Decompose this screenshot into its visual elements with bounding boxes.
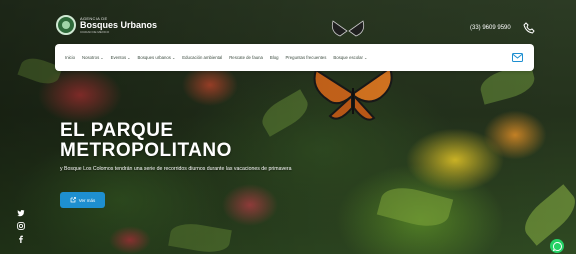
instagram-icon[interactable] <box>17 222 25 230</box>
logo-name-small: AGENCIA DE <box>80 15 108 21</box>
mail-icon[interactable] <box>512 53 523 62</box>
logo-name-big: Bosques Urbanos <box>80 19 158 30</box>
logo-tagline: CIUDAD DE MÉXICO <box>80 29 110 34</box>
nav-item-nosotros[interactable]: Nosotros ⌄ <box>82 55 104 60</box>
nav-item-label: Bosque escolar <box>333 55 363 60</box>
nav-item-bosques-urbanos[interactable]: Bosques urbanos ⌄ <box>137 55 175 60</box>
nav-item-eventos[interactable]: Eventos ⌄ <box>111 55 131 60</box>
hero-title: EL PARQUE METROPOLITANO <box>60 121 232 161</box>
nav-item-label: Bosques urbanos <box>137 55 171 60</box>
nav-item-label: Inicio <box>65 55 76 60</box>
chevron-down-icon: ⌄ <box>127 55 131 60</box>
twitter-icon[interactable] <box>17 209 25 217</box>
hero-subtitle: y Bosque Los Colomos tendrán una serie d… <box>60 166 292 172</box>
site-logo[interactable]: AGENCIA DE Bosques Urbanos CIUDAD DE MÉX… <box>56 15 157 35</box>
nav-item-label: Preguntas frecuentes <box>285 55 327 60</box>
nav-item-preguntas-frecuentes[interactable]: Preguntas frecuentes <box>286 55 327 60</box>
whatsapp-button[interactable] <box>550 239 564 253</box>
nav-item-inicio[interactable]: Inicio <box>65 55 75 60</box>
external-link-icon <box>70 197 76 203</box>
ver-mas-button[interactable]: Ver más <box>60 192 105 208</box>
facebook-icon[interactable] <box>17 235 25 243</box>
nav-item-educacion-ambiental[interactable]: Educación ambiental <box>182 55 222 60</box>
main-navigation: Inicio Nosotros ⌄ Eventos ⌄ Bosques urbano… <box>55 44 534 71</box>
nav-item-rescate-de-fauna[interactable]: Rescate de fauna <box>229 55 263 60</box>
nav-item-label: Rescate de fauna <box>229 55 263 60</box>
logo-text: AGENCIA DE Bosques Urbanos CIUDAD DE MÉX… <box>80 15 158 34</box>
phone-icon[interactable] <box>523 22 535 34</box>
nav-item-blog[interactable]: Blog <box>270 55 279 60</box>
nav-item-label: Eventos <box>110 55 127 60</box>
nav-item-bosque-escolar[interactable]: Bosque escolar ⌄ <box>333 55 367 60</box>
chevron-down-icon: ⌄ <box>363 55 368 60</box>
phone-number[interactable]: (33) 9609 9590 <box>470 25 511 31</box>
topbar: AGENCIA DE Bosques Urbanos CIUDAD DE MÉX… <box>0 0 576 44</box>
nav-item-label: Nosotros <box>82 55 100 60</box>
whatsapp-icon <box>552 241 562 251</box>
hero-title-line1: EL PARQUE <box>60 120 174 141</box>
nav-item-label: Educación ambiental <box>182 55 223 60</box>
chevron-down-icon: ⌄ <box>100 55 104 60</box>
logo-emblem-icon <box>56 15 76 35</box>
hero-title-line2: METROPOLITANO <box>60 140 232 161</box>
ver-mas-label: Ver más <box>78 197 96 203</box>
chevron-down-icon: ⌄ <box>171 55 176 60</box>
nav-item-label: Blog <box>269 55 279 60</box>
